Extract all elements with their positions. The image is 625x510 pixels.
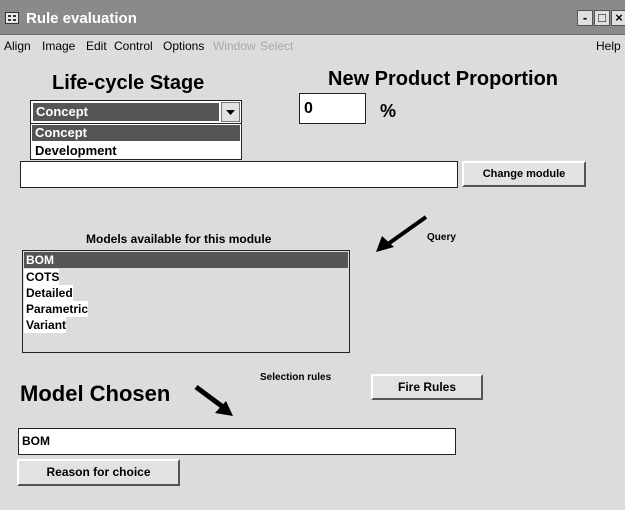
menu-window: Window xyxy=(213,39,256,53)
menu-image[interactable]: Image xyxy=(42,39,75,53)
model-chosen-label: Model Chosen xyxy=(20,381,171,406)
chevron-down-icon xyxy=(226,110,235,115)
model-item-parametric[interactable]: Parametric xyxy=(24,301,89,317)
menu-bar: Align Image Edit Control Options Window … xyxy=(0,35,625,57)
proportion-input[interactable]: 0 xyxy=(299,93,366,124)
lifecycle-options-list: Concept Development xyxy=(30,123,242,160)
change-module-button[interactable]: Change module xyxy=(462,161,586,187)
model-item-detailed[interactable]: Detailed xyxy=(24,285,73,301)
title-bar[interactable]: Rule evaluation - □ × xyxy=(0,0,625,35)
lifecycle-label: Life-cycle Stage xyxy=(52,72,205,94)
fire-rules-button[interactable]: Fire Rules xyxy=(371,374,483,400)
module-field[interactable] xyxy=(20,161,458,188)
lifecycle-dropdown[interactable]: Concept xyxy=(30,100,242,124)
model-chosen-field[interactable]: BOM xyxy=(18,428,456,455)
models-label: Models available for this module xyxy=(86,232,272,246)
menu-control[interactable]: Control xyxy=(114,39,153,53)
menu-options[interactable]: Options xyxy=(163,39,204,53)
minimize-button[interactable]: - xyxy=(577,10,593,26)
close-button[interactable]: × xyxy=(611,10,625,26)
model-item-bom[interactable]: BOM xyxy=(24,252,54,268)
percent-sign: % xyxy=(380,101,397,121)
menu-select: Select xyxy=(260,39,294,53)
query-arrow-icon xyxy=(376,215,428,252)
query-label: Query xyxy=(427,232,456,243)
model-item-variant[interactable]: Variant xyxy=(24,317,67,333)
proportion-label: New Product Proportion xyxy=(328,68,558,90)
models-list[interactable]: BOM COTS Detailed Parametric Variant xyxy=(22,250,350,353)
selection-rules-label: Selection rules xyxy=(260,372,332,383)
reason-for-choice-button[interactable]: Reason for choice xyxy=(17,459,180,486)
model-chosen-value: BOM xyxy=(22,434,50,448)
menu-help[interactable]: Help xyxy=(596,39,621,53)
dropdown-arrow-button[interactable] xyxy=(221,102,240,122)
model-item-cots[interactable]: COTS xyxy=(24,269,60,285)
maximize-button[interactable]: □ xyxy=(594,10,610,26)
selection-arrow-icon xyxy=(194,384,233,416)
app-window-icon xyxy=(5,12,19,24)
rule-evaluation-window: Rule evaluation - □ × Align Image Edit C… xyxy=(0,0,625,510)
option-concept[interactable]: Concept xyxy=(35,125,87,140)
models-selected-highlight xyxy=(24,252,348,268)
window-title: Rule evaluation xyxy=(26,10,137,27)
lifecycle-selected-value: Concept xyxy=(36,104,88,119)
proportion-value: 0 xyxy=(304,100,313,117)
menu-align[interactable]: Align xyxy=(4,39,31,53)
option-development[interactable]: Development xyxy=(35,143,117,158)
menu-edit[interactable]: Edit xyxy=(86,39,107,53)
